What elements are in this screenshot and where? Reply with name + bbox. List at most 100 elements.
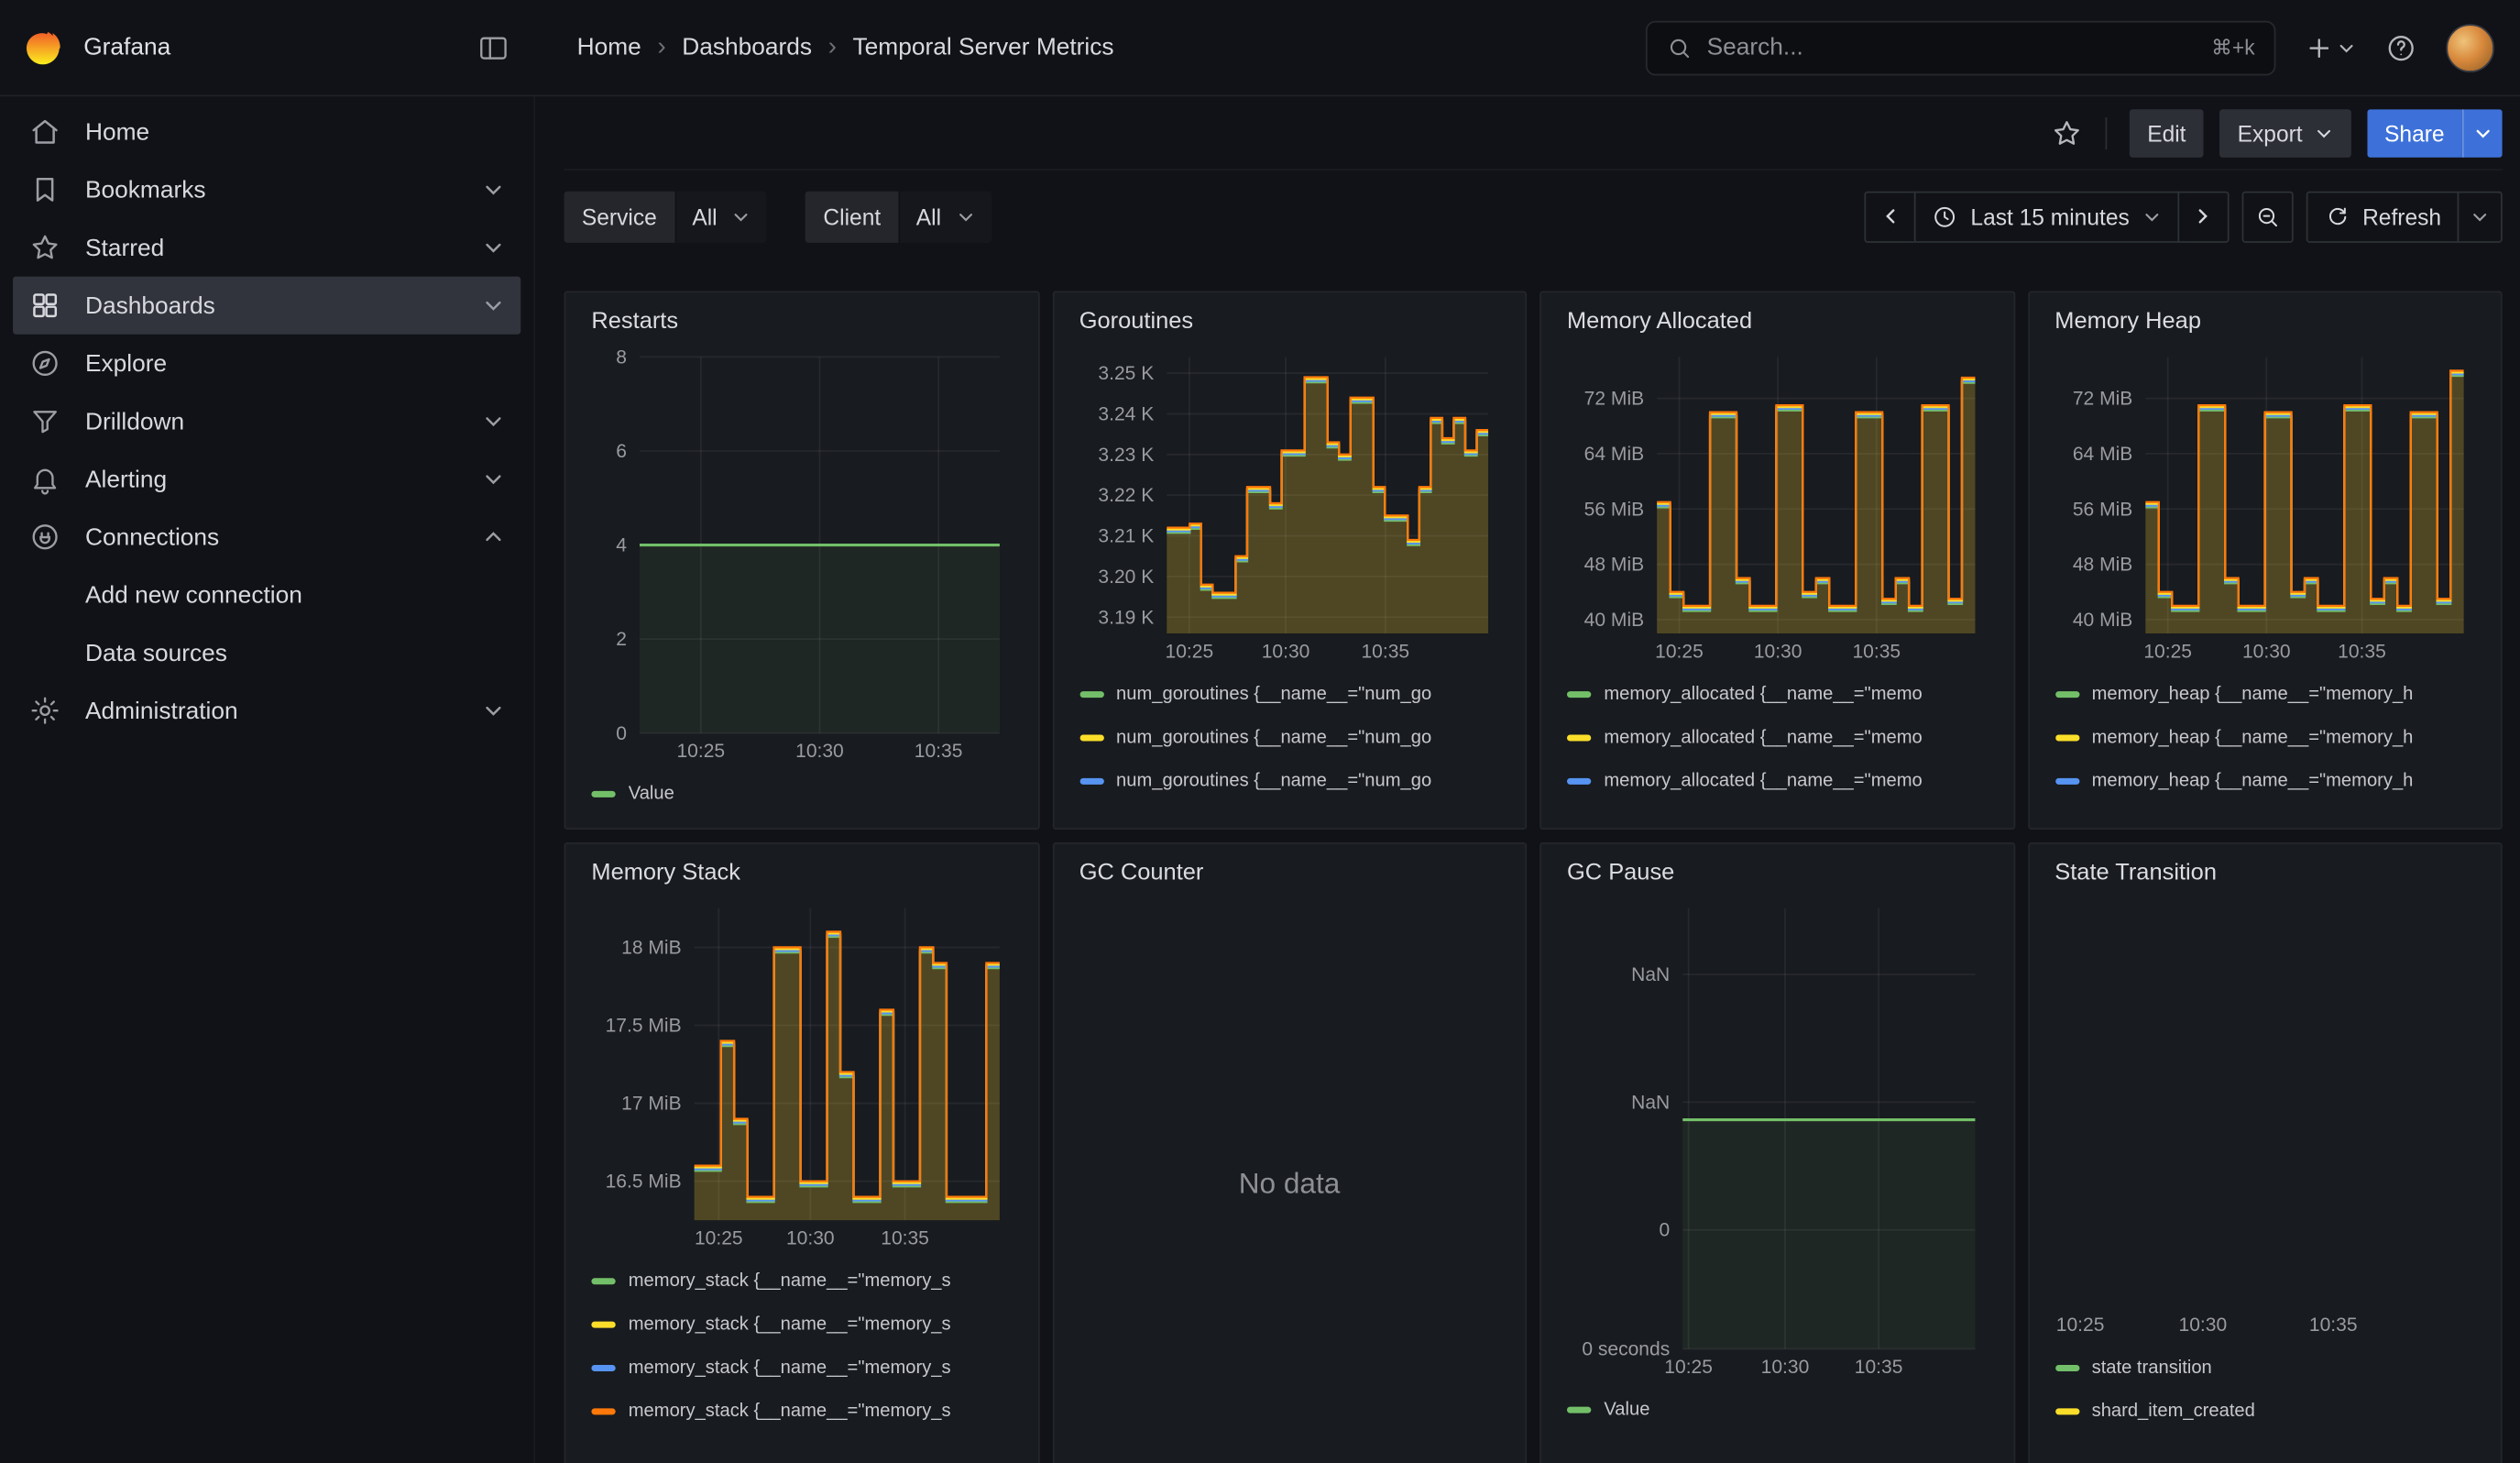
legend-label: memory_stack {__name__="memory_s (629, 1358, 951, 1377)
legend-item[interactable]: num_goroutines {__name__="num_go (1079, 802, 1500, 815)
refresh-button[interactable]: Refresh (2306, 191, 2460, 242)
zoom-out-button[interactable] (2242, 191, 2294, 242)
legend-item[interactable]: memory_allocated {__name__="memo (1567, 672, 1988, 715)
chevron-up-icon[interactable] (482, 526, 505, 549)
panel-memory-allocated: Memory Allocated 72 MiB64 MiB56 MiB48 Mi… (1539, 291, 2014, 830)
panel-title[interactable]: State Transition (2054, 860, 2475, 886)
service-select[interactable]: All (676, 191, 767, 242)
breadcrumb-item-dashboards[interactable]: Dashboards (682, 34, 812, 61)
restarts-chart[interactable]: 8642010:2510:3010:35 (591, 344, 1012, 765)
legend-item[interactable]: memory_stack {__name__="memory_s (591, 1259, 1012, 1302)
legend-swatch (1567, 734, 1591, 741)
sidebar-item-connections[interactable]: Connections (13, 508, 520, 566)
svg-text:10:25: 10:25 (2142, 641, 2191, 662)
edit-button[interactable]: Edit (2130, 108, 2204, 157)
svg-text:10:30: 10:30 (1761, 1357, 1810, 1378)
legend-item[interactable]: memory_heap {__name__="memory_h (2054, 802, 2475, 815)
gc-pause-chart[interactable]: NaNNaN00 seconds10:2510:3010:35 (1567, 896, 1988, 1381)
share-dropdown-button[interactable] (2462, 108, 2503, 157)
panel-title[interactable]: GC Counter (1079, 860, 1500, 886)
svg-text:72 MiB: 72 MiB (2072, 389, 2131, 410)
svg-text:10:35: 10:35 (881, 1227, 929, 1248)
dock-menu-icon[interactable] (467, 22, 519, 73)
legend-item[interactable]: memory_stack {__name__="memory_s (591, 1303, 1012, 1346)
svg-text:10:25: 10:25 (2055, 1314, 2104, 1336)
panel-title[interactable]: Memory Heap (2054, 309, 2475, 335)
legend-swatch (591, 1321, 615, 1327)
svg-text:0 seconds: 0 seconds (1582, 1338, 1670, 1359)
legend-item[interactable]: num_goroutines {__name__="num_go (1079, 715, 1500, 758)
svg-text:10:25: 10:25 (1655, 641, 1704, 662)
avatar[interactable] (2446, 23, 2494, 72)
sidebar-item-data-sources[interactable]: Data sources (13, 623, 520, 681)
sidebar-item-alerting[interactable]: Alerting (13, 450, 520, 508)
time-range-group: Last 15 minutes (1865, 191, 2230, 242)
search-icon (1667, 35, 1693, 60)
chevron-down-icon[interactable] (482, 699, 505, 722)
legend-item[interactable]: memory_stack {__name__="memory_s (591, 1389, 1012, 1432)
brand: Grafana (0, 22, 535, 73)
chevron-down-icon[interactable] (482, 468, 505, 490)
legend-item[interactable]: num_goroutines {__name__="num_go (1079, 759, 1500, 802)
panel-title[interactable]: Memory Stack (591, 860, 1012, 886)
legend-item[interactable]: memory_allocated {__name__="memo (1567, 759, 1988, 802)
time-range-picker[interactable]: Last 15 minutes (1914, 191, 2179, 242)
panel-title[interactable]: GC Pause (1567, 860, 1988, 886)
memory-heap-chart[interactable]: 72 MiB64 MiB56 MiB48 MiB40 MiB10:2510:30… (2054, 344, 2475, 666)
sidebar-item-starred[interactable]: Starred (13, 219, 520, 277)
svg-text:3.24 K: 3.24 K (1098, 403, 1154, 424)
legend-item[interactable]: memory_heap {__name__="memory_h (2054, 759, 2475, 802)
chevron-down-icon[interactable] (482, 294, 505, 317)
legend-item[interactable]: shard_item_created (2054, 1389, 2475, 1432)
sidebar-item-administration[interactable]: Administration (13, 682, 520, 740)
legend-item[interactable]: num_goroutines {__name__="num_go (1079, 672, 1500, 715)
favorite-star-icon[interactable] (2051, 116, 2083, 148)
search-input[interactable] (1707, 34, 2197, 61)
time-controls: Last 15 minutes Refresh (1865, 191, 2503, 242)
top-bar: Grafana Home › Dashboards › Temporal Ser… (0, 0, 2520, 96)
panel-title[interactable]: Goroutines (1079, 309, 1500, 335)
legend-item[interactable]: state transition (2054, 1346, 2475, 1389)
refresh-interval-button[interactable] (2458, 191, 2503, 242)
sidebar-item-drilldown[interactable]: Drilldown (13, 392, 520, 450)
breadcrumb-item-home[interactable]: Home (577, 34, 641, 61)
legend-item[interactable]: memory_allocated {__name__="memo (1567, 715, 1988, 758)
legend-item[interactable]: memory_heap {__name__="memory_h (2054, 715, 2475, 758)
export-button[interactable]: Export (2219, 108, 2350, 157)
client-label: Client (805, 191, 898, 242)
sidebar-item-add-new-connection[interactable]: Add new connection (13, 566, 520, 623)
time-range-label: Last 15 minutes (1970, 204, 2129, 229)
legend-item[interactable]: Value (1567, 1388, 1988, 1431)
grafana-logo-icon[interactable] (23, 27, 65, 69)
time-forward-button[interactable] (2177, 191, 2229, 242)
chevron-down-icon[interactable] (482, 179, 505, 202)
time-back-button[interactable] (1865, 191, 1916, 242)
sidebar-item-explore[interactable]: Explore (13, 335, 520, 392)
svg-text:48 MiB: 48 MiB (1584, 555, 1644, 576)
share-button[interactable]: Share (2367, 108, 2462, 157)
legend: state transitionshard_item_created (2054, 1339, 2475, 1433)
svg-text:3.20 K: 3.20 K (1098, 566, 1154, 588)
new-button[interactable] (2305, 33, 2356, 62)
memory-allocated-chart[interactable]: 72 MiB64 MiB56 MiB48 MiB40 MiB10:2510:30… (1567, 344, 1988, 666)
legend-item[interactable]: memory_stack {__name__="memory_s (591, 1346, 1012, 1389)
panel-title[interactable]: Memory Allocated (1567, 309, 1988, 335)
legend-swatch (2054, 690, 2078, 697)
legend-item[interactable]: Value (591, 772, 1012, 815)
state-transition-chart[interactable]: 10:2510:3010:35 (2054, 896, 2475, 1339)
help-icon[interactable] (2385, 31, 2417, 63)
client-select[interactable]: All (900, 191, 991, 242)
divider (2106, 116, 2108, 148)
sidebar-item-home[interactable]: Home (13, 103, 520, 160)
chevron-down-icon[interactable] (482, 410, 505, 433)
chevron-down-icon[interactable] (482, 236, 505, 259)
legend-item[interactable]: memory_heap {__name__="memory_h (2054, 672, 2475, 715)
sidebar-item-dashboards[interactable]: Dashboards (13, 277, 520, 335)
panel-title[interactable]: Restarts (591, 309, 1012, 335)
legend-swatch (1567, 690, 1591, 697)
memory-stack-chart[interactable]: 18 MiB17.5 MiB17 MiB16.5 MiB10:2510:3010… (591, 896, 1012, 1252)
sidebar-item-bookmarks[interactable]: Bookmarks (13, 160, 520, 218)
search-box[interactable]: ⌘+k (1646, 20, 2276, 75)
goroutines-chart[interactable]: 3.25 K3.24 K3.23 K3.22 K3.21 K3.20 K3.19… (1079, 344, 1500, 666)
legend-item[interactable]: memory_allocated {__name__="memo (1567, 802, 1988, 815)
